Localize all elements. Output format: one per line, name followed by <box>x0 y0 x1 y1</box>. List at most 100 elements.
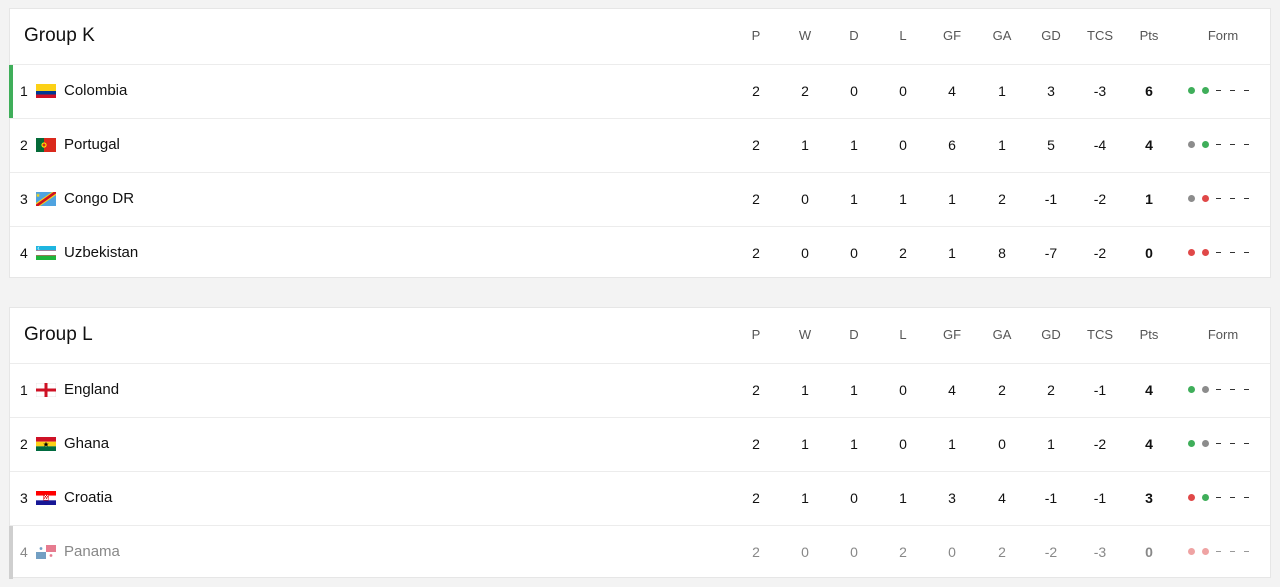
form-empty <box>1216 144 1221 145</box>
table-row[interactable]: 2 Ghana 2 1 1 0 1 0 1 -2 4 <box>10 418 1270 472</box>
stat-pts: 4 <box>1145 137 1153 153</box>
column-header-ga[interactable]: GA <box>980 28 1024 43</box>
stat-l: 2 <box>899 544 907 560</box>
form-win-dot <box>1188 440 1195 447</box>
position: 1 <box>20 83 28 99</box>
form-empty <box>1230 198 1235 199</box>
form-empty <box>1244 389 1249 390</box>
congo-dr-flag-icon <box>36 192 56 206</box>
table-row[interactable]: 1 England 2 1 1 0 4 2 2 -1 4 <box>10 364 1270 418</box>
column-header-gf[interactable]: GF <box>930 28 974 43</box>
column-header-form[interactable]: Form <box>1201 28 1245 43</box>
stat-gf: 4 <box>948 382 956 398</box>
form-guide <box>1186 246 1256 260</box>
team-name[interactable]: Panama <box>64 543 120 560</box>
form-win-dot <box>1188 87 1195 94</box>
team-name[interactable]: Uzbekistan <box>64 244 138 261</box>
stat-p: 2 <box>752 137 760 153</box>
column-header-w[interactable]: W <box>783 28 827 43</box>
stat-d: 1 <box>850 436 858 452</box>
position: 2 <box>20 436 28 452</box>
table-row[interactable]: 2 Portugal 2 1 1 0 6 1 5 -4 4 <box>10 119 1270 173</box>
column-header-form[interactable]: Form <box>1201 327 1245 342</box>
stat-w: 1 <box>801 490 809 506</box>
column-header-w[interactable]: W <box>783 327 827 342</box>
stat-pts: 0 <box>1145 245 1153 261</box>
table-row[interactable]: 1 Colombia 2 2 0 0 4 1 3 -3 6 <box>9 65 1270 119</box>
column-header-l[interactable]: L <box>881 327 925 342</box>
column-header-d[interactable]: D <box>832 327 876 342</box>
stat-ga: 0 <box>998 436 1006 452</box>
group-header: Group K P W D L GF GA GD TCS Pts Form <box>10 9 1270 65</box>
table-row[interactable]: 3 Croatia 2 1 0 1 3 4 -1 -1 3 <box>10 472 1270 526</box>
form-empty <box>1230 252 1235 253</box>
team-name[interactable]: Colombia <box>64 82 127 99</box>
table-row[interactable]: 4 Uzbekistan 2 0 0 2 1 8 -7 -2 0 <box>10 227 1270 280</box>
form-empty <box>1216 551 1221 552</box>
qualified-indicator <box>9 65 13 118</box>
form-empty <box>1244 198 1249 199</box>
stat-w: 1 <box>801 137 809 153</box>
form-empty <box>1216 497 1221 498</box>
stat-l: 0 <box>899 83 907 99</box>
england-flag-icon <box>36 383 56 397</box>
table-row[interactable]: 3 Congo DR 2 0 1 1 1 2 -1 -2 1 <box>10 173 1270 227</box>
stat-tcs: -1 <box>1093 382 1107 398</box>
form-empty <box>1230 90 1235 91</box>
ghana-flag-icon <box>36 437 56 451</box>
group-header: Group L P W D L GF GA GD TCS Pts Form <box>10 308 1270 364</box>
team-name[interactable]: Portugal <box>64 136 120 153</box>
stat-ga: 2 <box>998 382 1006 398</box>
form-loss-dot <box>1188 494 1195 501</box>
stat-l: 1 <box>899 490 907 506</box>
position: 4 <box>20 544 28 560</box>
stat-gd: 2 <box>1047 382 1055 398</box>
stat-p: 2 <box>752 436 760 452</box>
form-guide <box>1186 545 1256 559</box>
stat-d: 0 <box>850 83 858 99</box>
stat-gf: 6 <box>948 137 956 153</box>
form-empty <box>1230 144 1235 145</box>
table-row[interactable]: 4 Panama 2 0 0 2 0 2 -2 -3 0 <box>9 526 1270 579</box>
column-header-gd[interactable]: GD <box>1029 327 1073 342</box>
form-empty <box>1244 90 1249 91</box>
form-draw-dot <box>1202 440 1209 447</box>
column-header-pts[interactable]: Pts <box>1127 327 1171 342</box>
column-header-tcs[interactable]: TCS <box>1078 28 1122 43</box>
stat-gf: 4 <box>948 83 956 99</box>
column-header-p[interactable]: P <box>734 28 778 43</box>
column-header-d[interactable]: D <box>832 28 876 43</box>
column-header-pts[interactable]: Pts <box>1127 28 1171 43</box>
column-header-gf[interactable]: GF <box>930 327 974 342</box>
stat-pts: 4 <box>1145 436 1153 452</box>
team-name[interactable]: Congo DR <box>64 190 134 207</box>
form-guide <box>1186 491 1256 505</box>
form-guide <box>1186 138 1256 152</box>
column-header-p[interactable]: P <box>734 327 778 342</box>
column-header-gd[interactable]: GD <box>1029 28 1073 43</box>
stat-tcs: -3 <box>1093 544 1107 560</box>
column-header-l[interactable]: L <box>881 28 925 43</box>
stat-ga: 8 <box>998 245 1006 261</box>
form-empty <box>1216 90 1221 91</box>
column-header-ga[interactable]: GA <box>980 327 1024 342</box>
form-loss-dot <box>1202 195 1209 202</box>
stat-p: 2 <box>752 83 760 99</box>
form-guide <box>1186 437 1256 451</box>
stat-gd: -1 <box>1044 490 1058 506</box>
column-header-tcs[interactable]: TCS <box>1078 327 1122 342</box>
form-empty <box>1244 443 1249 444</box>
team-name[interactable]: England <box>64 381 119 398</box>
form-empty <box>1216 443 1221 444</box>
form-guide <box>1186 84 1256 98</box>
form-empty <box>1216 389 1221 390</box>
stat-tcs: -3 <box>1093 83 1107 99</box>
team-name[interactable]: Croatia <box>64 489 112 506</box>
form-win-dot <box>1188 386 1195 393</box>
stat-w: 0 <box>801 191 809 207</box>
stat-gd: 3 <box>1047 83 1055 99</box>
team-name[interactable]: Ghana <box>64 435 109 452</box>
stat-ga: 1 <box>998 137 1006 153</box>
form-empty <box>1244 497 1249 498</box>
stat-l: 1 <box>899 191 907 207</box>
